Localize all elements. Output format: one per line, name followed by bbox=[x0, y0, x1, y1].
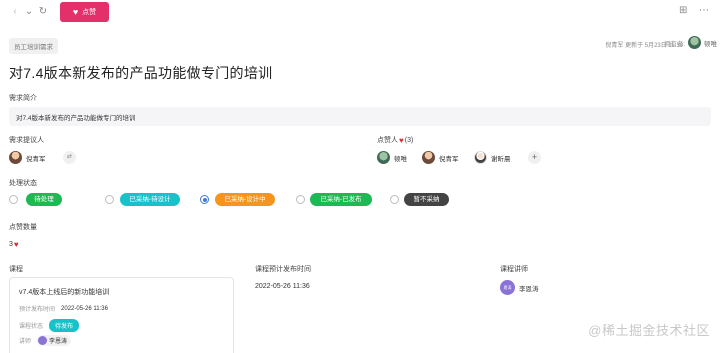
owner-label: 拥有者: bbox=[663, 40, 685, 48]
likers-label: 点赞人 bbox=[377, 137, 398, 144]
person-name: 谢昕晨 bbox=[491, 155, 511, 163]
teacher-name: 李恩涛 bbox=[49, 339, 68, 345]
course-publish-label: 预计发布时间 bbox=[19, 307, 56, 313]
watermark: @稀土掘金技术社区 bbox=[588, 323, 710, 338]
course-status-row: 课程状态 待发布 bbox=[19, 319, 80, 332]
teacher-chip[interactable]: 李恩涛 bbox=[37, 335, 72, 346]
owner-name: 顿唯 bbox=[704, 40, 717, 48]
course-card-title: v7.4版本上线后的新功能培训 bbox=[19, 289, 110, 296]
course-label: 课程 bbox=[9, 266, 23, 273]
avatar bbox=[422, 151, 435, 164]
course-card[interactable]: v7.4版本上线后的新功能培训 预计发布时间 2022-05-26 11:36 … bbox=[9, 277, 234, 353]
intro-label: 需求简介 bbox=[9, 95, 37, 102]
add-liker-icon[interactable]: + bbox=[528, 151, 541, 164]
status-pill-published[interactable]: 已采纳-已发布 bbox=[310, 193, 372, 206]
proposer-label: 需求提议人 bbox=[9, 137, 44, 144]
like-button-label: 点赞 bbox=[82, 9, 97, 16]
more-icon[interactable]: ⋯ bbox=[699, 5, 709, 16]
avatar bbox=[474, 151, 487, 164]
person-name: 倪青军 bbox=[439, 155, 459, 163]
person-name: 李恩涛 bbox=[519, 285, 539, 293]
course-publish-value: 2022-05-26 11:36 bbox=[61, 305, 108, 312]
intro-field[interactable]: 对7.4版本新发布的产品功能做专门的培训 bbox=[9, 107, 711, 126]
course-teacher-row: 讲师 李恩涛 bbox=[19, 335, 72, 346]
liker-person[interactable]: 谢昕晨 bbox=[474, 151, 511, 164]
status-pill-to-design[interactable]: 已采纳-待设计 bbox=[120, 193, 180, 206]
course-teacher[interactable]: 恩涛 李恩涛 bbox=[500, 280, 539, 295]
avatar bbox=[9, 151, 22, 164]
likers-label-group: 点赞人 ♥ (3) bbox=[377, 135, 413, 145]
avatar bbox=[688, 36, 701, 49]
status-radio-rejected[interactable] bbox=[390, 195, 399, 204]
dropdown-icon[interactable]: ⌄ bbox=[23, 6, 35, 18]
heart-icon: ♥ bbox=[13, 240, 19, 249]
category-tag[interactable]: 员工培训需求 bbox=[9, 38, 58, 54]
course-status-label: 课程状态 bbox=[19, 324, 44, 330]
course-publish-time-value: 2022-05-26 11:36 bbox=[255, 283, 310, 290]
proposer-person[interactable]: 倪青军 bbox=[9, 151, 46, 164]
status-pill-rejected[interactable]: 暂不采纳 bbox=[404, 193, 449, 206]
course-teacher-label: 讲师 bbox=[19, 339, 32, 345]
status-radio-published[interactable] bbox=[296, 195, 305, 204]
page-title: 对7.4版本新发布的产品功能做专门的培训 bbox=[9, 65, 273, 81]
avatar: 恩涛 bbox=[500, 280, 515, 295]
heart-icon: ♥ bbox=[72, 7, 79, 17]
like-count-label: 点赞数量 bbox=[9, 224, 37, 231]
like-count: 3 ♥ bbox=[9, 240, 19, 249]
heart-icon: ♥ bbox=[399, 135, 404, 145]
like-button[interactable]: ♥ 点赞 bbox=[60, 2, 109, 22]
course-publish-row: 预计发布时间 2022-05-26 11:36 bbox=[19, 304, 108, 314]
status-pill-designing[interactable]: 已采纳-设计中 bbox=[215, 193, 275, 206]
course-teacher-label: 课程讲师 bbox=[500, 266, 528, 273]
like-count-value: 3 bbox=[9, 241, 13, 248]
status-badge: 待发布 bbox=[49, 319, 80, 332]
status-radio-designing[interactable] bbox=[200, 195, 209, 204]
refresh-icon[interactable]: ↻ bbox=[37, 6, 49, 18]
status-label: 处理状态 bbox=[9, 180, 37, 187]
status-radio-to-design[interactable] bbox=[105, 195, 114, 204]
person-name: 顿唯 bbox=[394, 155, 407, 163]
avatar bbox=[38, 336, 48, 345]
liker-person[interactable]: 顿唯 bbox=[377, 151, 407, 164]
swap-icon[interactable]: ⇄ bbox=[63, 151, 76, 164]
person-name: 倪青军 bbox=[26, 155, 46, 163]
avatar bbox=[377, 151, 390, 164]
toolbar: ‹ ⌄ ↻ ♥ 点赞 ⊞ ⋯ bbox=[0, 0, 720, 26]
status-radio-pending[interactable] bbox=[9, 195, 18, 204]
likers-count: (3) bbox=[404, 136, 414, 144]
liker-person[interactable]: 倪青军 bbox=[422, 151, 459, 164]
course-publish-time-label: 课程预计发布时间 bbox=[255, 266, 311, 273]
owner[interactable]: 拥有者: 顿唯 bbox=[664, 36, 717, 49]
back-icon[interactable]: ‹ bbox=[9, 6, 21, 18]
status-pill-pending[interactable]: 待处理 bbox=[26, 193, 62, 206]
layout-icon[interactable]: ⊞ bbox=[679, 5, 687, 16]
